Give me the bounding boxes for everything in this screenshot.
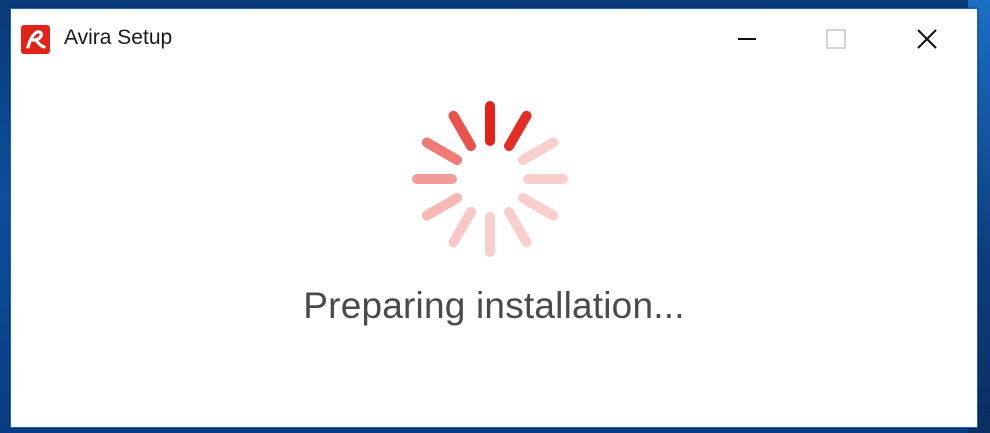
spinner-segment — [517, 193, 559, 221]
spinner-segment — [448, 110, 476, 152]
spinner-segment — [517, 137, 559, 165]
setup-window: Avira Setup Preparing installation... — [10, 8, 978, 428]
maximize-button[interactable] — [796, 16, 876, 62]
spinner-segment — [448, 206, 476, 248]
minimize-icon — [738, 38, 756, 40]
maximize-icon — [826, 29, 846, 49]
title-bar[interactable]: Avira Setup — [11, 9, 977, 65]
window-title: Avira Setup — [64, 26, 173, 49]
close-icon — [917, 29, 937, 49]
spinner-segment — [421, 137, 463, 165]
spinner-segment — [504, 206, 532, 248]
spinner-segment — [421, 193, 463, 221]
minimize-button[interactable] — [707, 16, 787, 62]
status-text: Preparing installation... — [303, 285, 685, 326]
loading-spinner-icon — [405, 94, 575, 264]
spinner-segment — [504, 110, 532, 152]
avira-logo-icon — [21, 25, 50, 54]
close-button[interactable] — [887, 16, 967, 62]
